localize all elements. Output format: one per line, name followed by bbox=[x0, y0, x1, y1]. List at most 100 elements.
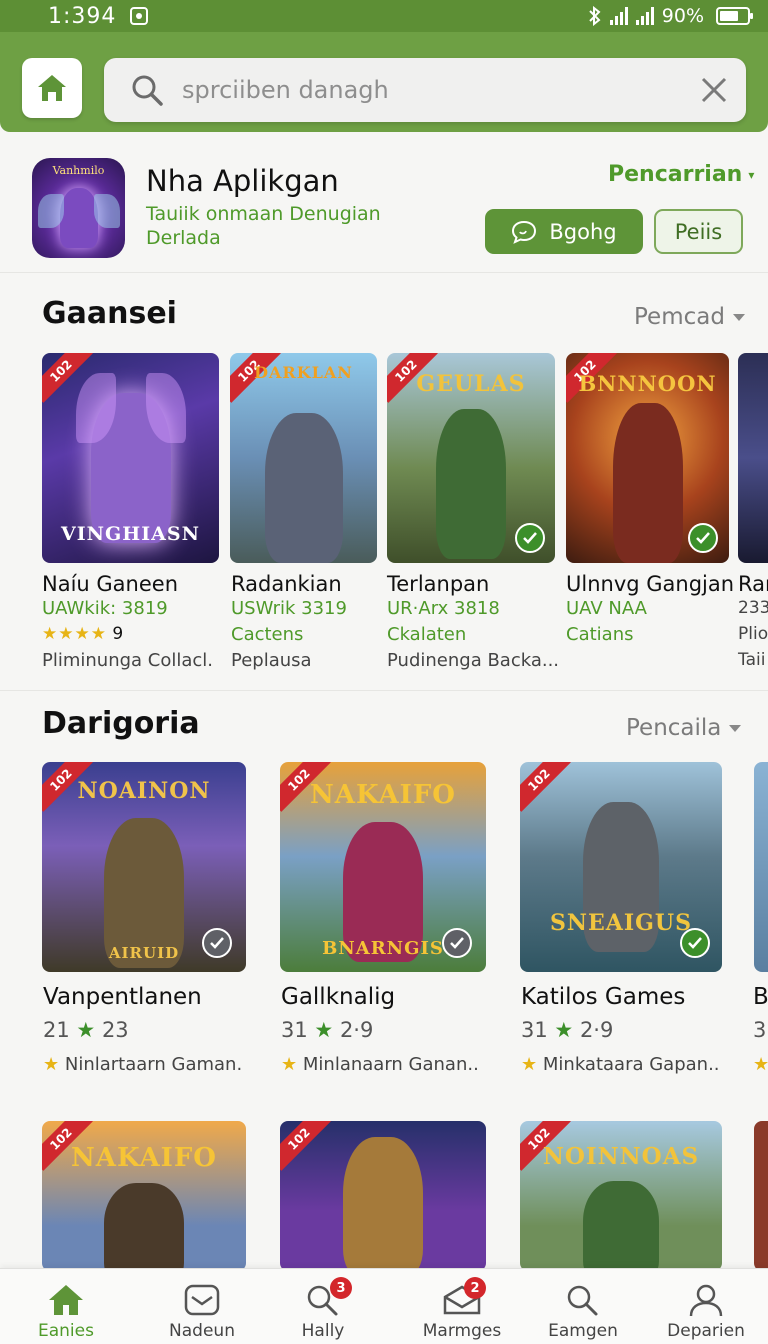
game-card-tag: Catians bbox=[566, 624, 634, 645]
nav-item-new[interactable]: Nadeun bbox=[138, 1269, 266, 1344]
game-card-image[interactable]: 102 GEULAS bbox=[387, 353, 555, 563]
section-categories-more-dropdown[interactable]: Pencaila bbox=[626, 715, 742, 741]
game-card-rating-right: 23 bbox=[101, 1018, 129, 1042]
app-icon-text: Vanhmilo bbox=[52, 164, 105, 177]
game-card-image[interactable]: 102 NAKAIFO BNARNGIS bbox=[280, 762, 486, 972]
secondary-button[interactable]: Peiis bbox=[654, 209, 743, 254]
game-card-name[interactable]: Naíu Ganeen bbox=[42, 572, 178, 596]
game-card-image[interactable] bbox=[754, 762, 768, 972]
home-icon bbox=[38, 75, 66, 101]
signal-icon bbox=[609, 7, 628, 25]
installed-check-icon bbox=[515, 523, 545, 553]
star-icon: ★ bbox=[753, 1054, 768, 1075]
hero-figure bbox=[264, 413, 343, 563]
game-card-name[interactable]: Ulnnvg Gangjan bbox=[566, 572, 734, 596]
section-games-more-dropdown[interactable]: Pemcad bbox=[634, 304, 745, 330]
star-icon: ★ bbox=[554, 1018, 574, 1042]
caret-down-icon bbox=[732, 313, 745, 321]
game-card-meta: UR·Arx 3818 bbox=[387, 598, 500, 619]
signal-icon-2 bbox=[635, 7, 654, 25]
game-card-image[interactable]: 102 SNEAIGUS bbox=[520, 762, 722, 972]
installed-check-icon bbox=[442, 928, 472, 958]
game-card-tag: Pliol bbox=[738, 624, 768, 644]
search-bar[interactable] bbox=[104, 58, 746, 122]
card-badge: 102 bbox=[520, 762, 571, 812]
game-card-image[interactable] bbox=[754, 1121, 768, 1271]
status-time: 1:394 bbox=[48, 3, 117, 29]
game-card-image[interactable]: 102 BNNNOON bbox=[566, 353, 729, 563]
game-card-desc: Taii bbox=[738, 650, 766, 670]
game-card-image[interactable]: 102 VINGHIASN bbox=[42, 353, 219, 563]
battery-icon bbox=[716, 7, 753, 25]
divider bbox=[0, 272, 768, 273]
app-icon[interactable]: Vanhmilo bbox=[32, 158, 125, 258]
game-card-name[interactable]: Gallknalig bbox=[281, 984, 395, 1010]
app-subtitle: Tauiik onmaan Denugian Derlada bbox=[146, 203, 381, 249]
game-card-name[interactable]: Radankian bbox=[231, 572, 342, 596]
hero-figure bbox=[104, 1183, 184, 1271]
game-card-meta: UAV NAA bbox=[566, 598, 647, 619]
game-card-image[interactable]: 102 DARKLAN bbox=[230, 353, 377, 563]
game-card-desc: Peplausa bbox=[231, 650, 312, 671]
game-card-desc: ★ Minlanaarn Ganan.. bbox=[281, 1054, 479, 1075]
home-icon bbox=[49, 1285, 83, 1315]
card-art-title: VINGHIASN bbox=[61, 523, 200, 545]
game-card-name[interactable]: Ran bbox=[738, 572, 768, 596]
game-card-rating: 31 ★ 2·9 bbox=[521, 1018, 613, 1042]
game-card-rating-left: 21 bbox=[43, 1018, 70, 1042]
clear-search-icon[interactable] bbox=[700, 76, 728, 104]
sort-dropdown-label: Pencarrian bbox=[608, 162, 743, 187]
card-art-title: NAKAIFO bbox=[71, 1143, 217, 1173]
dropdown-arrow-icon: ▾ bbox=[748, 167, 755, 182]
card-art-title: NOINNOAS bbox=[542, 1143, 700, 1170]
game-card-name[interactable]: Vanpentlanen bbox=[43, 984, 202, 1010]
game-card-name[interactable]: Katilos Games bbox=[521, 984, 685, 1010]
nav-item-profile[interactable]: Deparien bbox=[642, 1269, 768, 1344]
nav-label: Eanies bbox=[38, 1321, 94, 1341]
home-button[interactable] bbox=[22, 58, 82, 118]
game-card-meta: 233 bbox=[738, 598, 768, 618]
nav-label: Nadeun bbox=[169, 1321, 235, 1341]
search-input[interactable] bbox=[182, 76, 700, 104]
section-title-categories: Darigoria bbox=[42, 706, 200, 741]
card-art-title: BNNNOON bbox=[578, 371, 717, 396]
card-art-title: DARKLAN bbox=[254, 363, 353, 382]
game-card-rating: 3 bbox=[753, 1018, 767, 1042]
section-title-games: Gaansei bbox=[42, 296, 177, 331]
divider bbox=[0, 690, 768, 691]
card-art-title: NOAINON bbox=[77, 778, 211, 804]
app-icon-wing-left bbox=[38, 194, 64, 228]
game-card-rating-right: 2·9 bbox=[339, 1018, 374, 1042]
game-card-desc-text: Minlanaarn Ganan.. bbox=[302, 1054, 479, 1075]
game-card-desc: Pudinenga Backa... bbox=[387, 650, 560, 671]
bluetooth-icon bbox=[589, 6, 601, 26]
card-art-title: NAKAIFO bbox=[310, 780, 456, 810]
game-card-image[interactable]: 102 NAKAIFO bbox=[42, 1121, 246, 1271]
nav-item-search[interactable]: Hally 3 bbox=[259, 1269, 387, 1344]
nav-item-explore[interactable]: Eamgen bbox=[519, 1269, 647, 1344]
game-card-desc: Pliminunga Collacl. bbox=[42, 650, 214, 671]
notification-icon bbox=[130, 7, 149, 25]
chat-button[interactable]: Bgohg bbox=[485, 209, 643, 254]
game-card-name[interactable]: B bbox=[753, 984, 768, 1010]
game-card-image[interactable]: 102 NOINNOAS bbox=[520, 1121, 722, 1271]
sort-dropdown[interactable]: Pencarrian ▾ bbox=[608, 162, 754, 187]
nav-label: Deparien bbox=[667, 1321, 745, 1341]
game-card-image[interactable] bbox=[738, 353, 768, 563]
notification-badge: 3 bbox=[330, 1277, 352, 1299]
game-card-rating: 31 ★ 2·9 bbox=[281, 1018, 373, 1042]
battery-percent: 90% bbox=[661, 5, 704, 27]
game-card-desc-text: Minkataara Gapan.. bbox=[542, 1054, 720, 1075]
nav-label: Eamgen bbox=[548, 1321, 618, 1341]
secondary-button-label: Peiis bbox=[674, 219, 723, 244]
star-icon: ★ bbox=[76, 1018, 96, 1042]
game-card-image[interactable]: 102 NOAINON AIRUID bbox=[42, 762, 246, 972]
star-icon: ★★★★ bbox=[42, 624, 107, 644]
game-card-desc: ★ Minkataara Gapan.. bbox=[521, 1054, 720, 1075]
game-card-name[interactable]: Terlanpan bbox=[387, 572, 489, 596]
hero-figure bbox=[583, 1181, 659, 1271]
nav-item-games[interactable]: Eanies bbox=[2, 1269, 130, 1344]
game-card-image[interactable]: 102 bbox=[280, 1121, 486, 1271]
section-categories-more-label: Pencaila bbox=[626, 715, 722, 741]
nav-item-messages[interactable]: Marmges 2 bbox=[398, 1269, 526, 1344]
